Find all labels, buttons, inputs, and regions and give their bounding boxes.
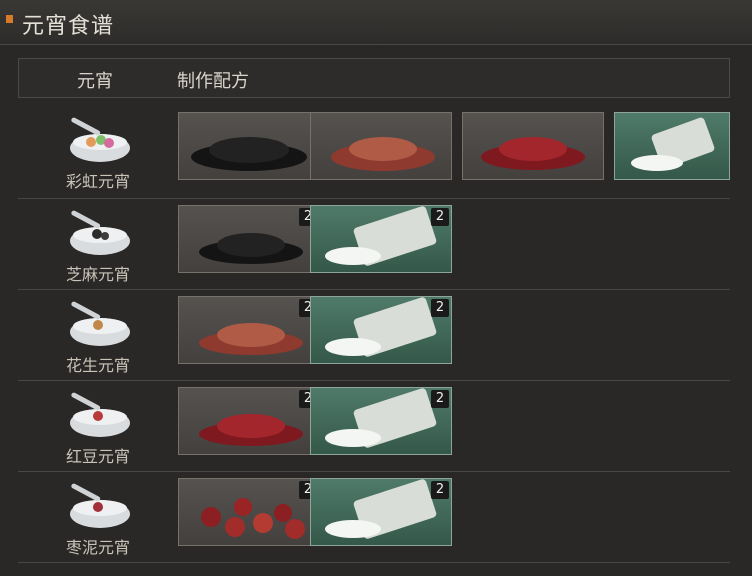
dish-name: 红豆元宵	[65, 447, 130, 466]
ingredient-slot[interactable]: 2	[178, 205, 320, 273]
red-bean-icon	[481, 137, 585, 170]
black-sesame-icon	[191, 137, 307, 171]
quantity-badge: 2	[431, 390, 449, 408]
ingredient-slot[interactable]: 2	[178, 478, 320, 546]
table-row[interactable]: 彩虹元宵	[18, 106, 730, 199]
yuanxiao-bowl-icon	[60, 387, 138, 443]
column-header-dish: 元宵	[77, 71, 113, 92]
ingredient-slot[interactable]: 2	[310, 478, 452, 546]
recipe-table: 元宵 制作配方 彩虹元宵 芝麻元宵 2 2 花生元宵 2 2 红豆元宵 2 2 …	[18, 58, 730, 568]
header-bar: 元宵食谱	[0, 0, 752, 45]
ingredient-slot[interactable]: 2	[310, 387, 452, 455]
ingredient-slot[interactable]	[178, 112, 320, 180]
ingredient-slot[interactable]	[614, 112, 730, 180]
section-marker	[6, 15, 13, 23]
dish-name: 芝麻元宵	[65, 265, 130, 284]
ingredient-slot[interactable]: 2	[310, 205, 452, 273]
yuanxiao-bowl-icon	[60, 296, 138, 352]
table-row[interactable]: 枣泥元宵 2 2	[18, 472, 730, 563]
dish-name: 枣泥元宵	[65, 538, 130, 557]
table-row[interactable]: 红豆元宵 2 2	[18, 381, 730, 472]
page-title: 元宵食谱	[22, 14, 115, 39]
yuanxiao-bowl-icon	[60, 205, 138, 261]
table-row[interactable]: 花生元宵 2 2	[18, 290, 730, 381]
ingredient-slot[interactable]: 2	[310, 296, 452, 364]
ingredient-slot[interactable]: 2	[178, 387, 320, 455]
ingredient-slot[interactable]	[462, 112, 604, 180]
yuanxiao-bowl-icon	[60, 478, 138, 534]
peanut-icon	[331, 137, 435, 171]
yuanxiao-bowl-icon	[60, 112, 138, 168]
dish-name: 花生元宵	[65, 356, 130, 375]
rice-flour-bag-icon	[631, 117, 715, 171]
quantity-badge: 2	[431, 481, 449, 499]
dish-name: 彩虹元宵	[65, 172, 130, 191]
ingredient-slot[interactable]: 2	[178, 296, 320, 364]
quantity-badge: 2	[431, 208, 449, 226]
table-row[interactable]: 芝麻元宵 2 2	[18, 199, 730, 290]
table-header: 元宵 制作配方	[18, 58, 730, 98]
column-header-recipe: 制作配方	[177, 71, 249, 92]
ingredient-slot[interactable]	[310, 112, 452, 180]
quantity-badge: 2	[431, 299, 449, 317]
